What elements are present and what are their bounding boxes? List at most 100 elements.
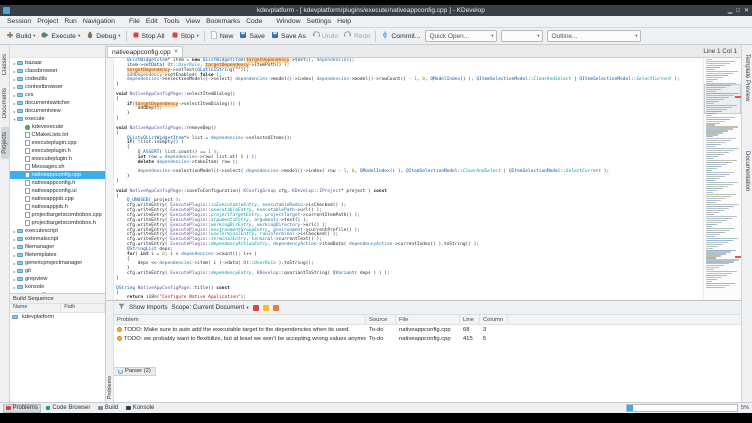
- column-header-file[interactable]: File: [396, 315, 460, 324]
- stop-all-button[interactable]: Stop All: [129, 29, 168, 43]
- maximize-icon[interactable]: □: [736, 8, 740, 14]
- tree-item-kdevexecute[interactable]: kdevexecute: [10, 123, 105, 131]
- parser-tab[interactable]: Parser (2): [114, 366, 156, 376]
- build-button[interactable]: Build ▾: [3, 29, 38, 43]
- commit-button[interactable]: Commit...: [378, 29, 423, 43]
- new-button[interactable]: New: [207, 29, 237, 43]
- tree-item-documentview[interactable]: ▸ documentview: [10, 107, 105, 115]
- tree-item-git[interactable]: ▸ git: [10, 267, 105, 275]
- editor-icon-border[interactable]: [106, 58, 114, 300]
- close-icon[interactable]: ✕: [744, 8, 749, 14]
- minimap-line: [706, 186, 728, 188]
- tree-item-grepview[interactable]: ▸ grepview: [10, 275, 105, 283]
- undo-button[interactable]: Undo: [309, 29, 341, 43]
- toolview-button-build[interactable]: Build: [95, 404, 121, 413]
- toolbar-separator: [375, 30, 377, 42]
- column-header-name[interactable]: Name: [10, 304, 62, 312]
- code-area[interactable]: QListWidgetItem* item = new QListWidgetI…: [114, 58, 703, 300]
- project-tree[interactable]: ▸ bazaar ▸ classbrowser ▸ codeutils ▸ contextbr…: [10, 58, 105, 293]
- menu-window[interactable]: Window: [273, 18, 303, 25]
- menu-file[interactable]: File: [126, 18, 143, 25]
- menu-tools[interactable]: Tools: [161, 18, 183, 25]
- scope-dropdown[interactable]: Scope: Current Document ▾: [172, 304, 249, 311]
- session-combo[interactable]: ▾: [501, 30, 544, 42]
- tree-item-label: kdevexecute: [32, 124, 64, 130]
- tree-item-bazaar[interactable]: ▸ bazaar: [10, 59, 105, 67]
- menu-project[interactable]: Project: [34, 18, 61, 25]
- toolview-button-problems[interactable]: Problems: [3, 403, 41, 413]
- tree-item-codeutils[interactable]: ▸ codeutils: [10, 75, 105, 83]
- tree-item-projecttargetscombobox-cpp[interactable]: projecttargetscombobox.cpp: [10, 211, 105, 219]
- tree-item-execute[interactable]: ▾ execute: [10, 115, 105, 123]
- tab-nativeappconfig-cpp[interactable]: nativeappconfig.cpp ✕: [107, 46, 184, 57]
- menu-help[interactable]: Help: [334, 18, 354, 25]
- tree-item-documentswitcher[interactable]: ▸ documentswitcher: [10, 99, 105, 107]
- minimize-icon[interactable]: ▁: [728, 8, 733, 14]
- severity-error-icon[interactable]: [252, 304, 259, 311]
- dock-tab-documentation[interactable]: Documentation: [743, 146, 751, 196]
- tree-item-nativeappjob-h[interactable]: nativeappjob.h: [10, 203, 105, 211]
- redo-button[interactable]: Redo: [341, 29, 373, 43]
- tree-item-projecttargetscombobox-h[interactable]: projecttargetscombobox.h: [10, 219, 105, 227]
- severity-hint-icon[interactable]: [272, 304, 279, 311]
- stop-button[interactable]: Stop ▾: [168, 29, 202, 43]
- menu-session[interactable]: Session: [4, 18, 34, 25]
- titlebar[interactable]: kdevplatform - [ kdevplatform/plugins/ex…: [0, 5, 752, 16]
- file-icon: [25, 156, 30, 162]
- dock-tab-documents[interactable]: Documents: [1, 83, 9, 123]
- tree-item-externalscript[interactable]: ▸ externalscript: [10, 235, 105, 243]
- close-icon[interactable]: ✕: [174, 49, 179, 55]
- problems-dock-handle[interactable]: Problems: [106, 301, 114, 402]
- tree-item-filetemplates[interactable]: ▸ filetemplates: [10, 251, 105, 259]
- minimap-viewport[interactable]: [704, 84, 741, 114]
- tree-item-executescript[interactable]: ▸ executescript: [10, 227, 105, 235]
- tree-item-konsole[interactable]: ▸ konsole: [10, 283, 105, 291]
- menu-run[interactable]: Run: [61, 18, 79, 25]
- tree-item-executeplugin-cpp[interactable]: executeplugin.cpp: [10, 139, 105, 147]
- tree-item-messages-sh[interactable]: Messages.sh: [10, 163, 105, 171]
- tree-item-classbrowser[interactable]: ▸ classbrowser: [10, 67, 105, 75]
- menu-settings[interactable]: Settings: [304, 18, 335, 25]
- tree-item-executeplugin-h[interactable]: executeplugin.h: [10, 147, 105, 155]
- menu-navigation[interactable]: Navigation: [80, 18, 118, 25]
- execute-button[interactable]: Execute ▾: [38, 29, 83, 43]
- tree-item-cmakelists-txt[interactable]: CMakeLists.txt: [10, 131, 105, 139]
- toolview-button-konsole[interactable]: Konsole: [123, 404, 157, 413]
- tree-item-nativeappjob-cpp[interactable]: nativeappjob.cpp: [10, 195, 105, 203]
- minimap-scrollbar[interactable]: [703, 58, 741, 300]
- dock-tab-classes[interactable]: Classes: [1, 49, 9, 80]
- menu-view[interactable]: View: [182, 18, 203, 25]
- tree-item-nativeappconfig-h[interactable]: nativeappconfig.h: [10, 179, 105, 187]
- file-icon: [25, 164, 30, 170]
- problem-row[interactable]: TODO: we probably want to flexibilize, b…: [114, 334, 741, 343]
- tree-item-genericprojectmanager[interactable]: ▸ genericprojectmanager: [10, 259, 105, 267]
- save-as-button[interactable]: Save As: [268, 29, 309, 43]
- menu-code[interactable]: Code: [243, 18, 265, 25]
- column-header-path[interactable]: Path: [61, 304, 105, 312]
- save-button[interactable]: Save: [236, 29, 268, 43]
- dock-tab-template-preview[interactable]: Template Preview: [743, 49, 751, 106]
- column-header-problem[interactable]: Problem: [114, 315, 366, 324]
- quick-open-combo[interactable]: Quick Open... ▾: [425, 30, 498, 42]
- column-header-source[interactable]: Source: [366, 315, 396, 324]
- minimap-line: [706, 195, 731, 198]
- dock-tab-projects[interactable]: Projects: [0, 126, 9, 159]
- column-header-column[interactable]: Column: [480, 315, 508, 324]
- tree-item-iexecuteplugin-h[interactable]: iexecuteplugin.h: [10, 155, 105, 163]
- tree-item-nativeappconfig-ui[interactable]: nativeappconfig.ui: [10, 187, 105, 195]
- problem-row[interactable]: TODO: Make sure to auto add the executab…: [114, 325, 741, 334]
- menu-edit[interactable]: Edit: [143, 18, 161, 25]
- toolview-button-code-browser[interactable]: Code Browser: [43, 404, 94, 413]
- minimap-line: [706, 162, 732, 164]
- tree-item-contextbrowser[interactable]: ▸ contextbrowser: [10, 83, 105, 91]
- column-header-line[interactable]: Line: [460, 315, 480, 324]
- tree-item-cvs[interactable]: ▸ cvs: [10, 91, 105, 99]
- build-sequence-row[interactable]: kdevplatform: [10, 313, 105, 321]
- severity-warning-icon[interactable]: [262, 304, 269, 311]
- outline-combo[interactable]: Outline... ▾: [547, 30, 642, 42]
- debug-button[interactable]: Debug ▾: [83, 29, 123, 43]
- tree-item-nativeappconfig-cpp[interactable]: nativeappconfig.cpp: [10, 171, 105, 179]
- show-imports-toggle[interactable]: Show Imports: [129, 304, 168, 311]
- tree-item-filemanager[interactable]: ▸ filemanager: [10, 243, 105, 251]
- menu-bookmarks[interactable]: Bookmarks: [203, 18, 243, 25]
